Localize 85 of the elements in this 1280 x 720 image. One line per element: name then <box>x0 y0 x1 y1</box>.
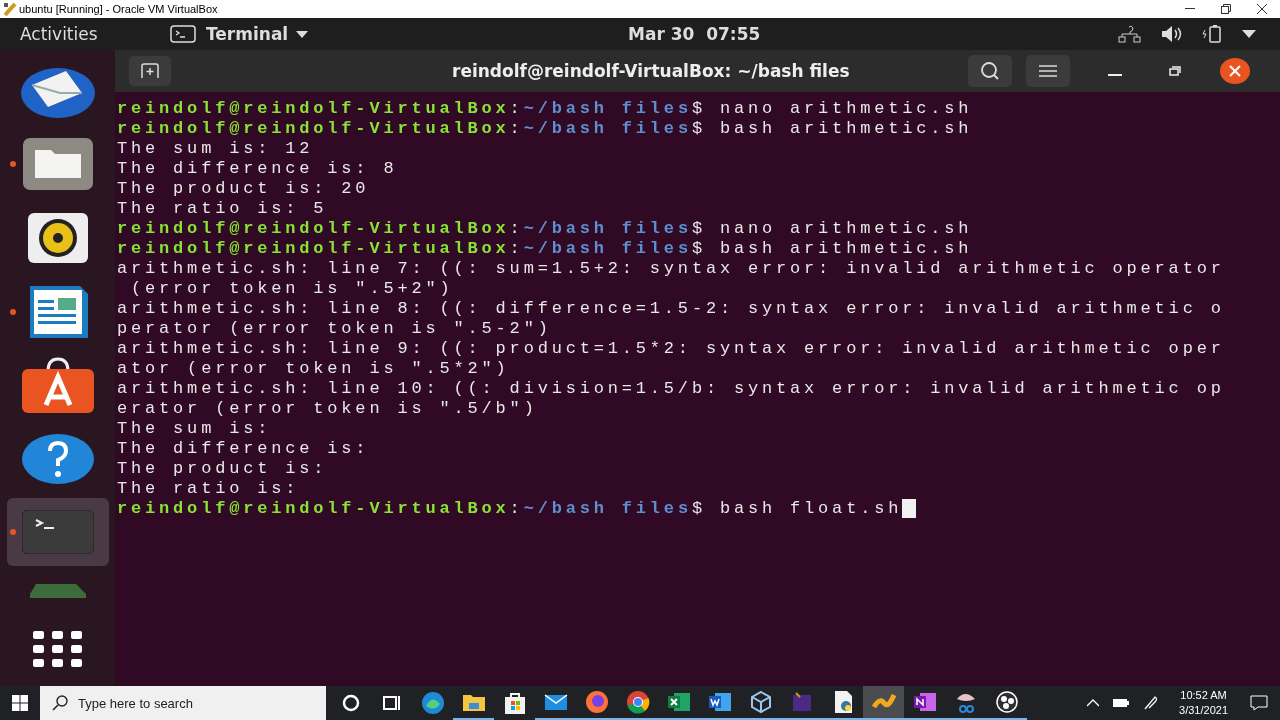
prompt-user: reindolf@reindolf-VirtualBox <box>117 99 510 119</box>
fox-globe-icon <box>583 689 610 715</box>
folder-icon <box>22 138 93 191</box>
output-line: The difference is: <box>117 439 370 459</box>
prompt-symbol: $ <box>691 119 706 139</box>
search-button[interactable] <box>968 55 1012 87</box>
output-line: perator (error token is ".5-2") <box>117 319 552 339</box>
window-title: ubuntu [Running] - Oracle VM VirtualBox <box>19 3 219 15</box>
app-menu[interactable]: Terminal <box>206 24 289 44</box>
drive-icon <box>29 583 86 598</box>
battery-icon[interactable] <box>1113 698 1130 708</box>
output-line: arithmetic.sh: line 9: ((: product=1.5*2: syntax error: invalid arithmetic oper <box>117 339 1225 359</box>
prompt-symbol: $ <box>691 219 706 239</box>
output-line: erator (error token is ".5/b") <box>117 399 538 419</box>
prompt-path: ~/bash files <box>523 99 692 119</box>
prompt-path: ~/bash files <box>523 239 692 259</box>
prompt-user: reindolf@reindolf-VirtualBox <box>117 239 510 259</box>
menu-icon <box>1039 65 1057 77</box>
document-icon <box>27 285 88 338</box>
output-line: arithmetic.sh: line 7: ((: sum=1.5+2: syntax error: invalid arithmetic operator <box>117 259 1225 279</box>
prompt-user: reindolf@reindolf-VirtualBox <box>117 499 510 519</box>
terminal-title: reindolf@reindolf-VirtualBox: ~/bash files <box>452 61 850 81</box>
new-tab-button[interactable] <box>129 56 171 86</box>
terminal-icon <box>21 509 94 554</box>
prompt-symbol: $ <box>691 99 706 119</box>
activities-button[interactable]: Activities <box>20 24 170 44</box>
prompt-separator: : <box>509 239 524 259</box>
new-tab-icon <box>140 63 160 79</box>
virtualbox-logo-icon <box>4 2 16 16</box>
command-text: nano arithmetic.sh <box>719 219 973 239</box>
taskbar-time[interactable]: 10:52 AM <box>1180 688 1227 703</box>
menu-button[interactable] <box>1026 55 1070 87</box>
pen-icon[interactable] <box>1143 695 1160 711</box>
output-line: arithmetic.sh: line 10: ((: division=1.5/b: syntax error: invalid arithmetic op <box>117 379 1225 399</box>
prompt-separator: : <box>509 219 524 239</box>
battery-icon[interactable] <box>1202 25 1224 43</box>
output-line: The ratio is: 5 <box>117 199 328 219</box>
output-line: The difference is: 8 <box>117 159 398 179</box>
prompt-separator: : <box>509 119 524 139</box>
notification-icon[interactable] <box>1250 695 1268 711</box>
swirl-icon <box>419 690 446 716</box>
chrome-wheel-icon <box>624 689 651 715</box>
prompt-path: ~/bash files <box>523 119 692 139</box>
output-line: arithmetic.sh: line 8: ((: difference=1.5-2: syntax error: invalid arithmetic o <box>117 299 1225 319</box>
command-text: bash arithmetic.sh <box>719 239 973 259</box>
close-icon <box>1220 58 1250 84</box>
command-text: nano arithmetic.sh <box>719 99 973 119</box>
output-line: The product is: 20 <box>117 179 370 199</box>
windows-logo-icon[interactable] <box>12 695 28 711</box>
minimize-icon <box>1108 74 1122 76</box>
taskbar-date[interactable]: 3/31/2021 <box>1179 703 1228 718</box>
obs-icon <box>993 689 1020 715</box>
clock[interactable]: Mar 30 07:55 <box>628 24 761 44</box>
prompt-user: reindolf@reindolf-VirtualBox <box>117 119 510 139</box>
command-text: bash float.sh <box>719 499 903 519</box>
output-line: (error token is ".5+2") <box>130 279 454 299</box>
output-line: The product is: <box>117 459 328 479</box>
command-text: bash arithmetic.sh <box>719 119 973 139</box>
restore-icon <box>1169 66 1181 76</box>
network-icon[interactable] <box>1118 25 1142 43</box>
output-line: ator (error token is ".5*2") <box>117 359 510 379</box>
volume-icon[interactable] <box>1160 25 1184 43</box>
prompt-separator: : <box>509 499 524 519</box>
output-line: The ratio is: <box>117 479 300 499</box>
help-icon <box>21 432 94 485</box>
search-icon <box>52 695 68 711</box>
dropdown-caret-icon[interactable] <box>1242 30 1256 38</box>
prompt-symbol: $ <box>691 239 706 259</box>
dropdown-caret-icon <box>296 30 309 38</box>
restore-icon[interactable] <box>1221 4 1231 14</box>
terminal-icon <box>170 25 196 43</box>
prompt-path: ~/bash files <box>523 499 692 519</box>
prompt-symbol: $ <box>691 499 706 519</box>
prompt-user: reindolf@reindolf-VirtualBox <box>117 219 510 239</box>
output-line: The sum is: <box>117 419 272 439</box>
app-grid-icon <box>32 631 83 668</box>
minimize-icon[interactable] <box>1185 8 1195 10</box>
prompt-path: ~/bash files <box>523 219 692 239</box>
speaker-icon <box>27 213 88 263</box>
search-icon <box>980 62 1000 80</box>
prompt-separator: : <box>509 99 524 119</box>
chevron-up-icon[interactable] <box>1087 699 1100 707</box>
close-icon[interactable] <box>1257 4 1267 14</box>
shopping-bag-icon <box>21 357 94 414</box>
output-line: The sum is: 12 <box>117 139 314 159</box>
